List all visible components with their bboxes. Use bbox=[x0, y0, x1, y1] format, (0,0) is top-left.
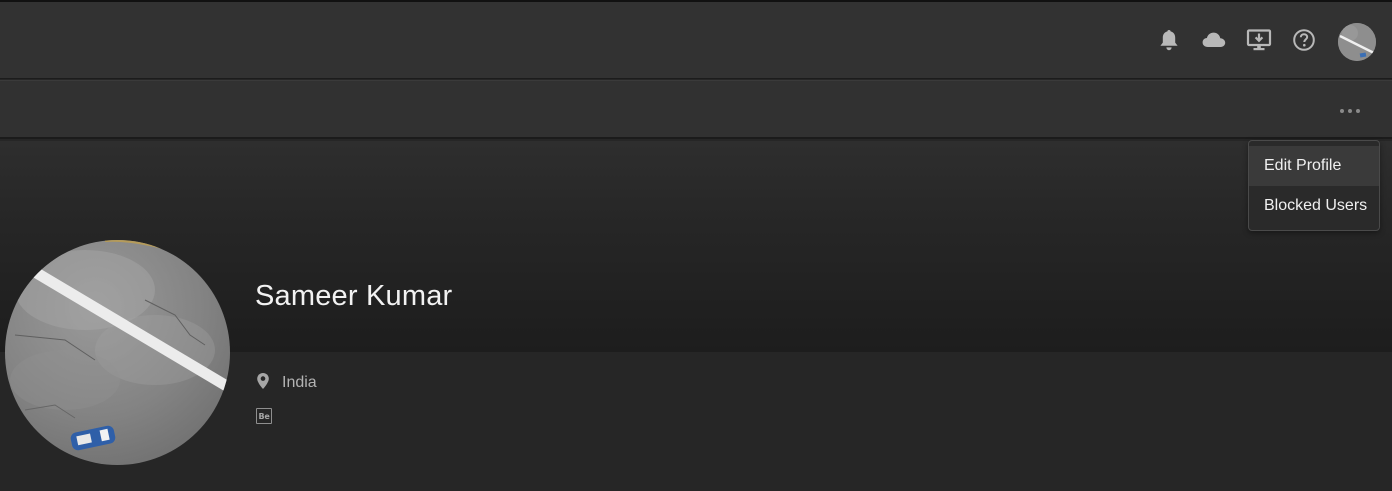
desktop-download-icon[interactable] bbox=[1245, 26, 1273, 54]
more-options-icon[interactable] bbox=[1330, 99, 1370, 123]
profile-name: Sameer Kumar bbox=[255, 280, 453, 312]
top-app-bar bbox=[0, 0, 1392, 79]
more-options-menu: Edit Profile Blocked Users bbox=[1248, 140, 1380, 231]
menu-item-edit-profile[interactable]: Edit Profile bbox=[1249, 146, 1379, 186]
location-pin-icon bbox=[256, 372, 270, 395]
cloud-icon[interactable] bbox=[1200, 26, 1228, 54]
profile-photo bbox=[5, 240, 230, 465]
more-dot bbox=[1348, 109, 1352, 113]
more-dot bbox=[1340, 109, 1344, 113]
help-icon[interactable] bbox=[1290, 26, 1318, 54]
location-row: India bbox=[256, 372, 317, 394]
menu-item-blocked-users[interactable]: Blocked Users bbox=[1249, 186, 1379, 226]
behance-icon[interactable]: Be bbox=[256, 408, 272, 424]
bell-icon[interactable] bbox=[1155, 26, 1183, 54]
profile-page: Sameer Kumar India Be Edit Profile Block… bbox=[0, 0, 1392, 491]
profile-toolbar bbox=[0, 80, 1392, 139]
more-dot bbox=[1356, 109, 1360, 113]
location-text: India bbox=[282, 374, 317, 391]
user-avatar[interactable] bbox=[1338, 23, 1376, 61]
